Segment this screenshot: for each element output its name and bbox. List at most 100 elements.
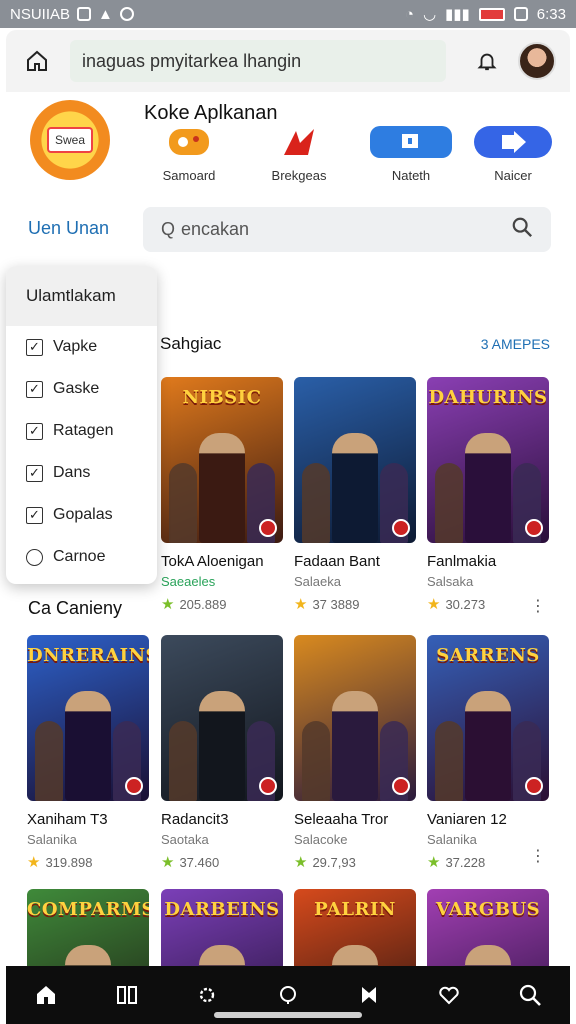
game-rating: 30.273	[445, 596, 486, 612]
action-naicer[interactable]: Naicer	[468, 122, 558, 183]
star-icon: ★	[427, 854, 441, 871]
blue-play-icon	[468, 122, 558, 162]
game-subtitle: Salaeka	[294, 574, 341, 589]
more-options-icon[interactable]: ⋮	[530, 846, 546, 866]
game-card[interactable]: Radancit3 Saotaka ★ 37.460	[161, 635, 285, 871]
checkbox-checked-icon[interactable]: ✓	[26, 506, 43, 524]
hero-figure	[65, 691, 111, 801]
section-link[interactable]: Uen Unan	[28, 218, 109, 239]
notification-bell-icon[interactable]	[470, 44, 504, 78]
hero-figure	[199, 433, 245, 543]
side-figure	[35, 721, 63, 801]
action-label: Brekgeas	[271, 168, 327, 183]
game-subtitle: Salanika	[427, 832, 477, 847]
badge-icon	[392, 777, 410, 795]
heart-icon[interactable]	[429, 975, 469, 1015]
dropdown-item[interactable]: ✓ Vapke	[6, 326, 157, 368]
badge-icon	[259, 519, 277, 537]
game-cover[interactable]: DNRERAINS	[27, 635, 149, 801]
hero-figure	[465, 433, 511, 543]
game-subtitle: Salanika	[27, 832, 77, 847]
search-value: encakan	[181, 219, 250, 239]
action-brekgeas[interactable]: Brekgeas	[254, 122, 344, 183]
game-card[interactable]: SARRENS Vaniaren 12 Salanika ★ 37.228	[427, 635, 551, 871]
dropdown-item[interactable]: Carnoe	[6, 536, 157, 578]
alarm-icon: ◔	[404, 5, 414, 23]
dropdown-item-label: Gopalas	[53, 506, 113, 523]
action-nateth[interactable]: Nateth	[366, 122, 456, 183]
star-icon: ★	[27, 854, 41, 871]
cover-title: PALRIN	[314, 899, 396, 920]
action-bar: Samoard Brekgeas Nateth Naicer	[130, 122, 560, 186]
home-indicator[interactable]	[214, 1012, 362, 1018]
action-label: Naicer	[494, 168, 532, 183]
checkbox-checked-icon[interactable]: ✓	[26, 464, 43, 482]
dropdown-item[interactable]: ✓ Ratagen	[6, 410, 157, 452]
checkbox-checked-icon[interactable]: ✓	[26, 380, 43, 398]
avatar[interactable]	[518, 42, 556, 80]
home-icon[interactable]	[26, 975, 66, 1015]
game-cover[interactable]	[294, 635, 416, 801]
app-logo-text: Swea	[46, 127, 94, 153]
game-title: Vaniaren 12	[427, 811, 507, 828]
game-title: Xaniham T3	[27, 811, 108, 828]
game-card[interactable]: NIBSIC TokA Aloenigan Saeaeles ★ 205.889	[161, 377, 285, 613]
search-icon[interactable]	[510, 975, 550, 1015]
dropdown-item[interactable]: ✓ Gopalas	[6, 494, 157, 536]
side-figure	[302, 721, 330, 801]
checkbox-checked-icon[interactable]: ✓	[26, 422, 43, 440]
game-cover[interactable]	[161, 635, 283, 801]
cover-title: DAHURINS	[428, 387, 548, 408]
carrier-label: NSUIIAB	[10, 5, 71, 23]
game-card[interactable]: Seleaaha Tror Salacoke ★ 29.7,93	[294, 635, 418, 871]
star-icon: ★	[294, 854, 308, 871]
game-card[interactable]: DNRERAINS Xaniham T3 Salanika ★ 319.898	[27, 635, 151, 871]
game-title: Seleaaha Tror	[294, 811, 389, 828]
gear-icon[interactable]	[187, 975, 227, 1015]
game-subtitle: Salsaka	[427, 574, 474, 589]
game-subtitle: Saeaeles	[161, 574, 216, 589]
hero-figure	[465, 691, 511, 801]
app-logo: Swea	[30, 100, 110, 180]
radio-icon[interactable]	[26, 548, 43, 566]
home-icon[interactable]	[20, 44, 54, 78]
category-title: Ca Canieny	[28, 598, 123, 618]
address-bar[interactable]: inaguas pmyitarkea lhangin	[70, 40, 446, 82]
game-cover[interactable]: DAHURINS	[427, 377, 549, 543]
search-nav-icon[interactable]	[268, 975, 308, 1015]
badge-icon	[392, 519, 410, 537]
badge-icon	[125, 777, 143, 795]
bookmark-icon[interactable]	[349, 975, 389, 1015]
cover-title: VARGBUS	[435, 899, 541, 920]
side-figure	[169, 721, 197, 801]
action-samoard[interactable]: Samoard	[144, 122, 234, 183]
game-title: Fanlmakia	[427, 553, 497, 570]
dropdown-item-label: Carnoe	[53, 548, 106, 565]
clock-time: 6:33	[536, 5, 566, 23]
game-cover[interactable]	[294, 377, 416, 543]
search-prefix-icon: Q	[161, 219, 176, 239]
cover-title: COMPARMS	[27, 899, 149, 920]
library-icon[interactable]	[107, 975, 147, 1015]
dropdown-item[interactable]: ✓ Gaske	[6, 368, 157, 410]
star-icon: ★	[161, 596, 175, 613]
cover-title: NIBSIC	[182, 387, 262, 408]
checkbox-checked-icon[interactable]: ✓	[26, 338, 43, 356]
search-input[interactable]: Q encakan	[143, 207, 551, 252]
dropdown-item[interactable]: ✓ Dans	[6, 452, 157, 494]
game-cover[interactable]: NIBSIC	[161, 377, 283, 543]
see-all-link[interactable]: 3 AMEPES	[481, 336, 550, 352]
cover-title: DNRERAINS	[27, 645, 149, 666]
battery-icon	[478, 7, 505, 21]
more-options-icon[interactable]: ⋮	[530, 596, 546, 616]
game-subtitle: Salacoke	[294, 832, 348, 847]
game-card[interactable]: Fadaan Bant Salaeka ★ 37 3889	[294, 377, 418, 613]
game-cover[interactable]: SARRENS	[427, 635, 549, 801]
signal-icon: ▮▮▮	[445, 6, 470, 23]
cover-title: DARBEINS	[164, 899, 280, 920]
chat-bubble-icon	[144, 122, 234, 162]
side-figure	[302, 463, 330, 543]
star-icon: ★	[427, 596, 441, 613]
game-card[interactable]: DAHURINS Fanlmakia Salsaka ★ 30.273	[427, 377, 551, 613]
search-icon[interactable]	[511, 216, 533, 243]
